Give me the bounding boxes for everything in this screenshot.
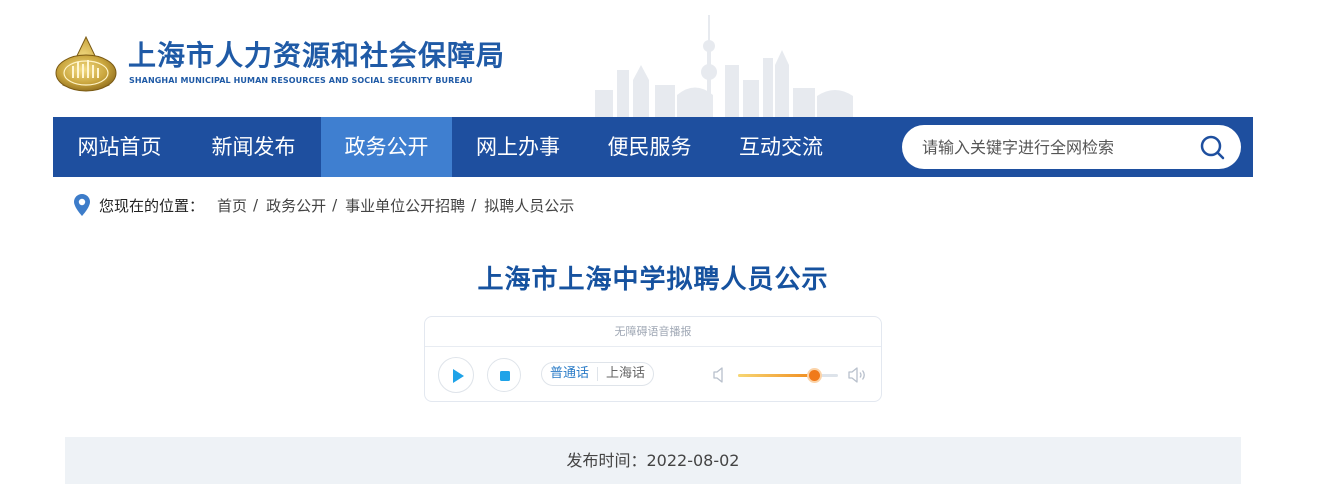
player-header: 无障碍语音播报	[425, 317, 881, 347]
accessibility-audio-player: 无障碍语音播报 普通话 上海话	[424, 316, 882, 402]
nav-item-home[interactable]: 网站首页	[53, 117, 186, 177]
breadcrumb-government-affairs[interactable]: 政务公开	[266, 195, 326, 216]
search-icon[interactable]	[1199, 134, 1227, 162]
article-title: 上海市上海中学拟聘人员公示	[477, 265, 829, 295]
volume-low-icon[interactable]	[713, 366, 727, 384]
site-header: 上海市人力资源和社会保障局 SHANGHAI MUNICIPAL HUMAN R…	[0, 0, 1325, 117]
stop-button[interactable]	[487, 358, 521, 392]
volume-thumb[interactable]	[808, 370, 820, 381]
play-button[interactable]	[438, 357, 474, 393]
breadcrumb-separator: /	[253, 196, 259, 214]
city-skyline-decoration	[595, 15, 853, 117]
nav-item-interaction[interactable]: 互动交流	[715, 117, 847, 177]
breadcrumb-separator: /	[332, 196, 338, 214]
site-subtitle: SHANGHAI MUNICIPAL HUMAN RESOURCES AND S…	[129, 76, 473, 85]
dialect-selector: 普通话 上海话	[541, 362, 655, 386]
volume-high-icon[interactable]	[848, 365, 868, 385]
site-title: 上海市人力资源和社会保障局	[128, 39, 506, 72]
search-box	[902, 125, 1241, 169]
nav-item-online-services[interactable]: 网上办事	[452, 117, 584, 177]
breadcrumb-separator: /	[471, 196, 477, 214]
location-pin-icon	[74, 194, 90, 216]
search-input[interactable]	[922, 125, 1192, 169]
nav-item-government-affairs[interactable]: 政务公开	[321, 117, 452, 177]
breadcrumb: 您现在的位置： 首页 / 政务公开 / 事业单位公开招聘 / 拟聘人员公示	[74, 193, 574, 217]
publish-info-bar: 发布时间：2022-08-02	[65, 437, 1241, 484]
bureau-emblem-icon[interactable]	[53, 33, 119, 95]
publish-time: 发布时间：2022-08-02	[566, 451, 740, 470]
breadcrumb-recruitment[interactable]: 事业单位公开招聘	[345, 195, 465, 216]
volume-fill	[738, 374, 814, 377]
volume-slider[interactable]	[738, 370, 838, 381]
nav-item-public-services[interactable]: 便民服务	[584, 117, 715, 177]
play-icon	[453, 369, 464, 383]
breadcrumb-home[interactable]: 首页	[217, 195, 247, 216]
stop-icon	[500, 371, 510, 381]
dialect-shanghainese[interactable]: 上海话	[598, 363, 653, 385]
main-nav: 网站首页 新闻发布 政务公开 网上办事 便民服务 互动交流	[53, 117, 1253, 177]
breadcrumb-current[interactable]: 拟聘人员公示	[484, 195, 574, 216]
dialect-mandarin[interactable]: 普通话	[542, 363, 597, 385]
breadcrumb-label: 您现在的位置：	[99, 196, 205, 215]
nav-item-news[interactable]: 新闻发布	[186, 117, 321, 177]
